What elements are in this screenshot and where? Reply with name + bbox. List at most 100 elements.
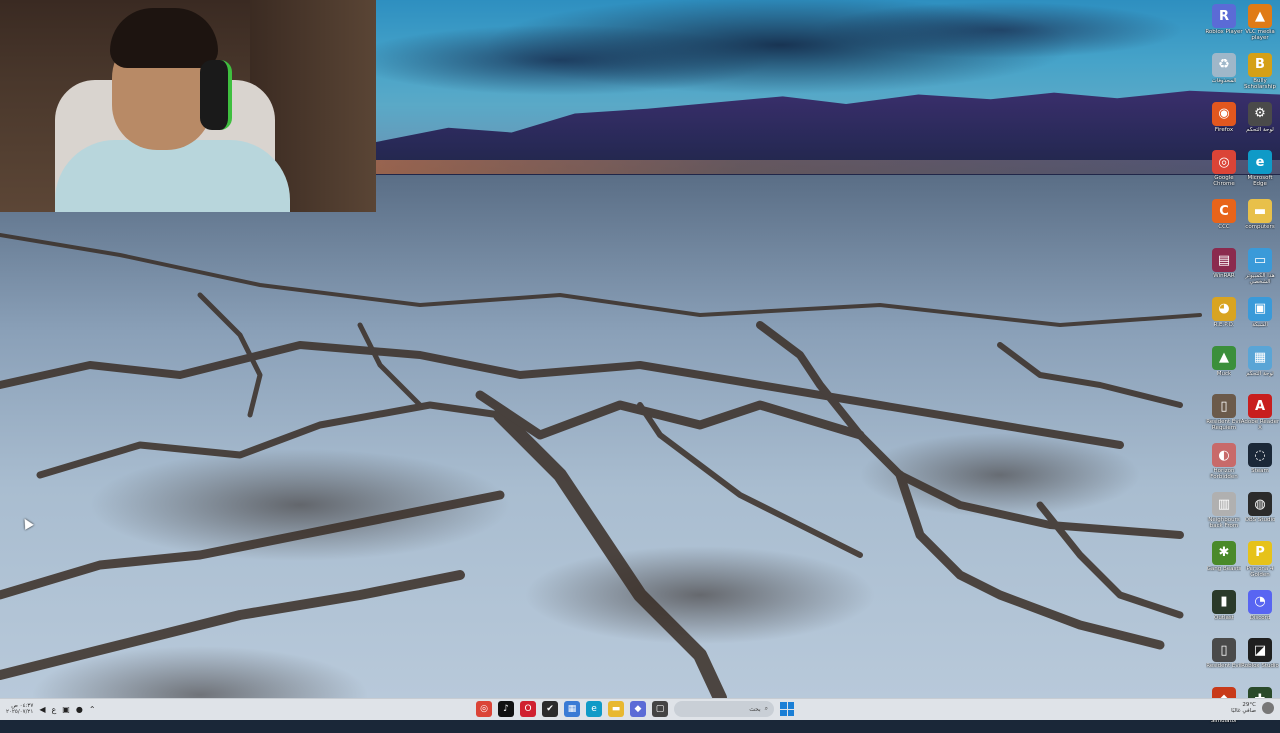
clock-date: ٢٠٢٥/٠٧/٢١ xyxy=(6,709,34,715)
taskbar-pinned-apps: ◎ ♪ O ✔ ▦ e ▬ ◆ ▢ بحث ⌕ xyxy=(476,701,794,717)
desktop-shortcut-label: الشبكة xyxy=(1252,321,1268,328)
desktop-shortcut-label: لوحة التحكم xyxy=(1246,126,1274,133)
desktop-shortcut-label: المحذوفات xyxy=(1211,77,1237,84)
desktop-shortcut[interactable]: ◉ Firefox xyxy=(1204,101,1244,148)
desktop-shortcut-label: Resident Evil Requiem xyxy=(1206,419,1242,432)
desktop-shortcut-label: هذا الكمبيوتر الشخصي xyxy=(1245,273,1275,285)
re-requiem-icon: ▯ xyxy=(1212,394,1236,419)
desktop-shortcut[interactable]: ▮ Outlast xyxy=(1204,589,1244,636)
taskbar-system-tray: ٠٤:٣٧ ص ٢٠٢٥/٠٧/٢١ ◀ ع ▣ ● ⌃ xyxy=(6,703,96,715)
desktop-shortcut[interactable]: ▲ Muck xyxy=(1204,345,1244,392)
taskbar-clock[interactable]: ٠٤:٣٧ ص ٢٠٢٥/٠٧/٢١ xyxy=(6,703,33,715)
desktop-shortcut[interactable]: P Persona 4 Golden xyxy=(1240,540,1280,587)
desktop-shortcut-label: Roblox Player xyxy=(1205,29,1243,35)
ccc-icon: C xyxy=(1212,199,1236,224)
webcam-overlay xyxy=(0,0,376,212)
desktop-shortcut[interactable]: ◐ Horizon Forbidden xyxy=(1204,443,1244,489)
keyboard-language-icon[interactable]: ع xyxy=(52,705,57,714)
file-explorer-icon[interactable]: ▬ xyxy=(608,701,624,717)
desktop-shortcut-label: computers xyxy=(1245,224,1275,231)
desktop-shortcut[interactable]: ◎ Google Chrome xyxy=(1204,150,1244,196)
desktop-shortcut-label: Discord xyxy=(1249,614,1271,621)
store-icon[interactable]: ▦ xyxy=(564,701,580,717)
taskbar-search-box[interactable]: بحث ⌕ xyxy=(674,701,774,717)
desktop-shortcut-label: Google Chrome xyxy=(1213,175,1235,188)
desktop-shortcut-label: Microsoft Edge xyxy=(1247,175,1273,188)
desktop-shortcut[interactable]: C CCC xyxy=(1204,199,1244,245)
discord-icon: ◔ xyxy=(1248,589,1272,614)
firefox-icon: ◉ xyxy=(1212,101,1236,126)
start-tile xyxy=(780,702,787,709)
horizon-icon: ◐ xyxy=(1212,443,1236,468)
winrar-icon: ▤ xyxy=(1212,248,1236,272)
webcam-person-hair xyxy=(110,8,218,68)
resident-evil-icon: ▯ xyxy=(1212,638,1236,663)
desktop-shortcut-label: Resident Evil xyxy=(1206,663,1242,670)
persona-icon: P xyxy=(1248,540,1272,565)
search-placeholder: بحث xyxy=(749,705,761,713)
desktop-shortcut-label: Bully Scholarship xyxy=(1244,77,1276,90)
mic-icon[interactable]: ● xyxy=(76,705,83,714)
desktop-shortcut[interactable]: ▤ WinRAR xyxy=(1204,248,1244,294)
start-tile xyxy=(787,702,794,709)
taskbar-weather[interactable]: 29°C صافي غالبًا xyxy=(1231,702,1274,714)
headset-icon xyxy=(200,60,232,130)
desktop-shortcut[interactable]: R Roblox Player xyxy=(1204,4,1244,50)
start-button[interactable] xyxy=(780,702,794,716)
desktop-shortcut[interactable]: ▦ لوحة التحكم xyxy=(1240,345,1280,392)
desktop-shortcut-label: CCC xyxy=(1218,224,1230,231)
desktop-shortcut[interactable]: ▬ computers xyxy=(1240,199,1280,245)
desktop-shortcut[interactable]: ◪ Roblox Studio xyxy=(1240,638,1280,684)
folder-icon: ▬ xyxy=(1248,199,1272,224)
desktop-shortcut[interactable]: ▯ Resident Evil Requiem xyxy=(1204,394,1244,440)
desktop-shortcut[interactable]: ✱ Gang Beasts xyxy=(1204,540,1244,587)
speaker-icon[interactable]: ◀ xyxy=(39,705,45,714)
desktop-shortcut[interactable]: ▯ Resident Evil xyxy=(1204,638,1244,684)
desktop-shortcut[interactable]: ▣ الشبكة xyxy=(1240,296,1280,343)
desktop-shortcut[interactable]: B Bully Scholarship xyxy=(1240,52,1280,99)
wallpaper-horizon xyxy=(376,160,1280,174)
adobe-reader-icon: A xyxy=(1248,394,1272,419)
desktop-shortcut[interactable]: e Microsoft Edge xyxy=(1240,150,1280,196)
tiktok-icon[interactable]: ♪ xyxy=(498,701,514,717)
edge-icon: e xyxy=(1248,150,1272,175)
desktop-shortcut[interactable]: ◌ Steam xyxy=(1240,443,1280,489)
desktop-icon-grid: R Roblox Player ▲ VLC media player ♻ المحذوفا… xyxy=(1202,0,1280,724)
gang-beasts-icon: ✱ xyxy=(1212,540,1236,565)
repo-icon: ◕ xyxy=(1212,296,1236,321)
webcam-person-torso xyxy=(55,140,290,212)
desktop-shortcut-label: Roblox Studio xyxy=(1241,663,1279,670)
desktop-shortcut-label: WinRAR xyxy=(1213,273,1235,279)
muck-icon: ▲ xyxy=(1212,345,1236,370)
desktop-shortcut[interactable]: ◍ OBS Studio xyxy=(1240,492,1280,538)
desktop-shortcut[interactable]: ▭ هذا الكمبيوتر الشخصي xyxy=(1240,248,1280,294)
capcut-icon[interactable]: ✔ xyxy=(542,701,558,717)
desktop-shortcut-label: Adobe Reader X xyxy=(1240,419,1280,432)
control-panel-icon: ▦ xyxy=(1248,345,1272,370)
notification-icon[interactable]: ▣ xyxy=(62,705,70,714)
this-pc-icon: ▭ xyxy=(1248,248,1272,272)
network-icon: ▣ xyxy=(1248,296,1272,321)
chevron-up-icon[interactable]: ⌃ xyxy=(89,705,96,714)
desktop-shortcut-label: Persona 4 Golden xyxy=(1246,565,1274,578)
desktop-shortcut[interactable]: ▥ Neighbours back From xyxy=(1204,492,1244,538)
recycle-bin-icon: ♻ xyxy=(1212,52,1236,77)
desktop-shortcut[interactable]: ◕ R.E.P.O. xyxy=(1204,296,1244,343)
desktop-shortcut[interactable]: ⚙ لوحة التحكم xyxy=(1240,101,1280,148)
desktop-shortcut[interactable]: ♻ المحذوفات xyxy=(1204,52,1244,99)
roblox-icon[interactable]: ◆ xyxy=(630,701,646,717)
vlc-icon: ▲ xyxy=(1248,4,1272,28)
search-icon: ⌕ xyxy=(764,705,768,712)
desktop-shortcut[interactable]: ▲ VLC media player xyxy=(1240,4,1280,50)
desktop-shortcut[interactable]: ◔ Discord xyxy=(1240,589,1280,636)
desktop-shortcut-label: لوحة التحكم xyxy=(1246,370,1274,377)
opera-icon[interactable]: O xyxy=(520,701,536,717)
desktop-shortcut-label: Horizon Forbidden xyxy=(1210,468,1238,481)
desktop-shortcut-label: VLC media player xyxy=(1245,29,1275,41)
weather-moon-icon xyxy=(1262,702,1274,714)
roblox-icon: R xyxy=(1212,4,1236,28)
desktop-shortcut[interactable]: A Adobe Reader X xyxy=(1240,394,1280,440)
task-view-icon[interactable]: ▢ xyxy=(652,701,668,717)
chrome-icon[interactable]: ◎ xyxy=(476,701,492,717)
edge-icon[interactable]: e xyxy=(586,701,602,717)
